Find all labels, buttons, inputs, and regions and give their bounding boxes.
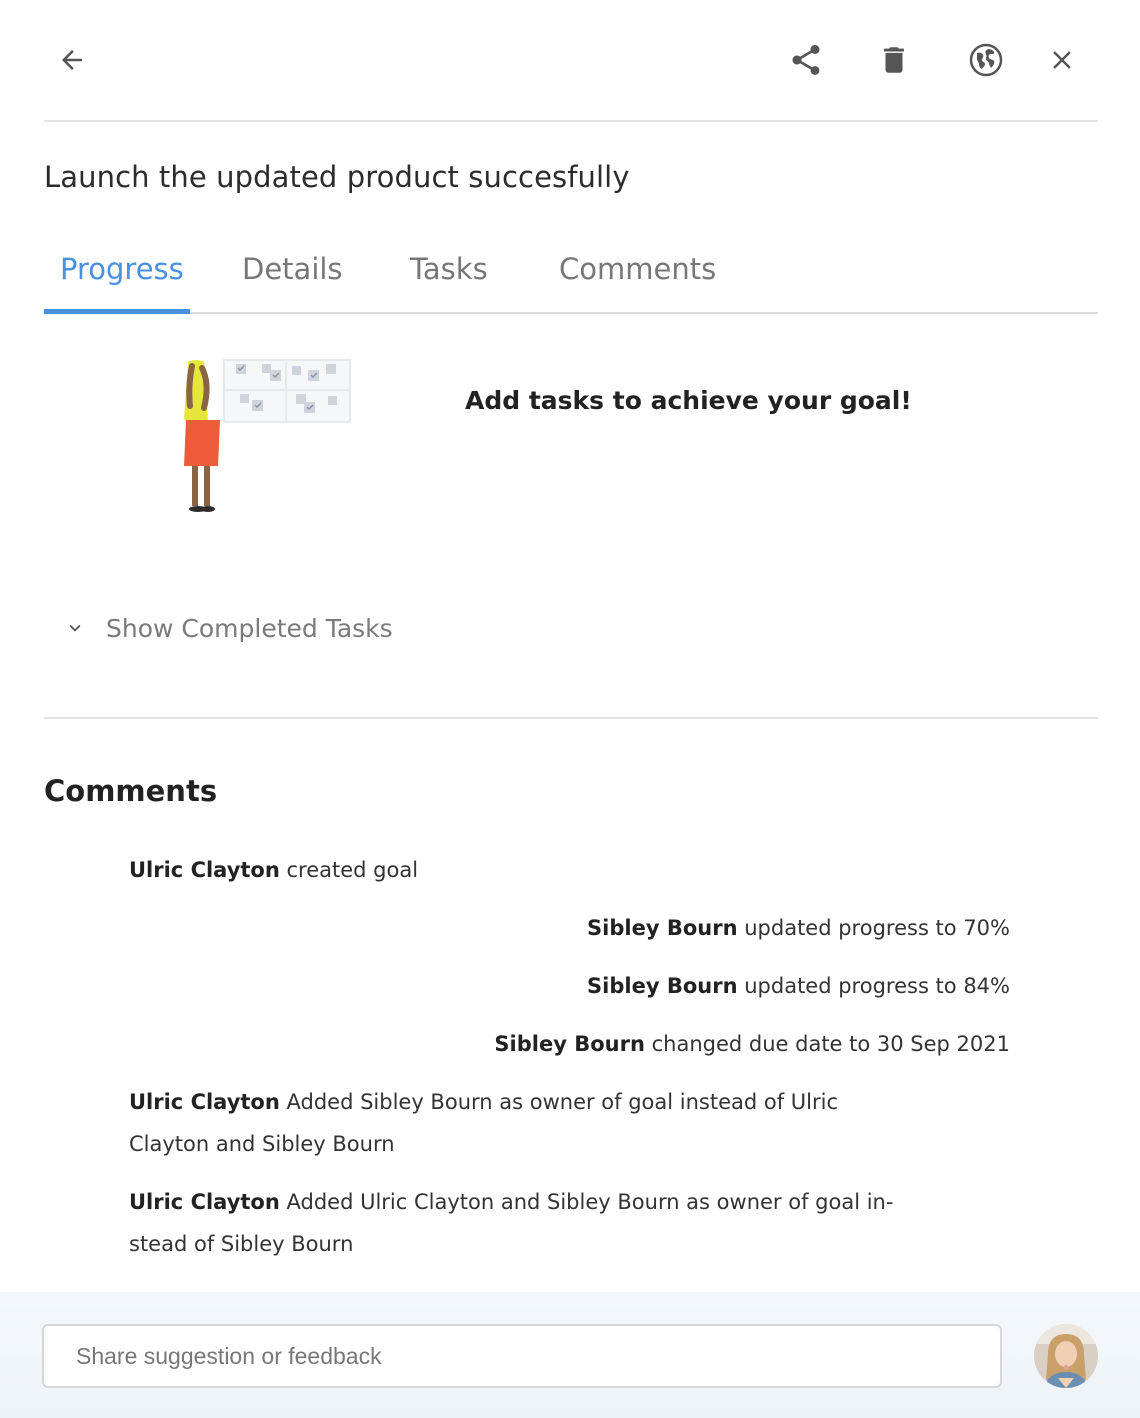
empty-tasks-message: Add tasks to achieve your goal!	[465, 386, 912, 415]
tab-bar: Progress Details Tasks Comments	[44, 240, 1098, 314]
comment-text: Added Sibley Bourn as owner of goal inst…	[286, 1090, 839, 1114]
comment-author: Sibley Bourn	[494, 1032, 645, 1056]
comment-text: changed due date to 30 Sep 2021	[651, 1032, 1010, 1056]
feedback-bar	[0, 1292, 1140, 1418]
comment-item: Ulric Clayton Added Ulric Clayton and Si…	[129, 1181, 893, 1265]
header-divider	[44, 120, 1098, 122]
show-completed-tasks-label: Show Completed Tasks	[106, 613, 393, 643]
active-tab-indicator	[44, 309, 190, 314]
share-button[interactable]	[782, 36, 830, 84]
empty-tasks-illustration	[176, 358, 356, 518]
comment-author: Ulric Clayton	[129, 1090, 280, 1114]
comments-heading: Comments	[44, 774, 218, 808]
feedback-input[interactable]	[42, 1324, 1002, 1388]
visibility-button[interactable]	[962, 36, 1010, 84]
section-divider	[44, 717, 1098, 719]
comment-item: Ulric Clayton created goal	[129, 849, 418, 891]
avatar[interactable]	[1034, 1324, 1098, 1388]
comment-text-continued: Clayton and Sibley Bourn	[129, 1132, 395, 1156]
show-completed-tasks-toggle[interactable]: Show Completed Tasks	[64, 608, 393, 648]
share-icon	[792, 45, 820, 75]
comment-text-continued: stead of Sibley Bourn	[129, 1232, 354, 1256]
comment-item: Sibley Bourn updated progress to 84%	[587, 965, 1010, 1007]
chevron-down-icon	[69, 624, 81, 632]
comment-item: Ulric Clayton Added Sibley Bourn as owne…	[129, 1081, 838, 1165]
globe-icon	[969, 43, 1003, 77]
close-icon	[1053, 51, 1071, 69]
comment-item: Sibley Bourn updated progress to 70%	[587, 907, 1010, 949]
top-bar	[0, 0, 1140, 122]
tab-progress[interactable]: Progress	[60, 252, 184, 286]
comment-item: Sibley Bourn changed due date to 30 Sep …	[494, 1023, 1010, 1065]
trash-icon	[884, 47, 904, 73]
arrow-left-icon	[62, 50, 82, 70]
comment-text: updated progress to 84%	[744, 974, 1010, 998]
delete-button[interactable]	[870, 36, 918, 84]
tab-comments[interactable]: Comments	[559, 252, 716, 286]
tab-tasks[interactable]: Tasks	[410, 252, 488, 286]
back-button[interactable]	[48, 36, 96, 84]
comment-text: created goal	[286, 858, 419, 882]
comment-author: Ulric Clayton	[129, 858, 280, 882]
close-button[interactable]	[1038, 36, 1086, 84]
tab-details[interactable]: Details	[242, 252, 343, 286]
goal-title: Launch the updated product succesfully	[44, 160, 630, 194]
comment-author: Sibley Bourn	[587, 916, 738, 940]
comment-author: Ulric Clayton	[129, 1190, 280, 1214]
comment-text: Added Ulric Clayton and Sibley Bourn as …	[286, 1190, 894, 1214]
comment-text: updated progress to 70%	[744, 916, 1010, 940]
comment-author: Sibley Bourn	[587, 974, 738, 998]
